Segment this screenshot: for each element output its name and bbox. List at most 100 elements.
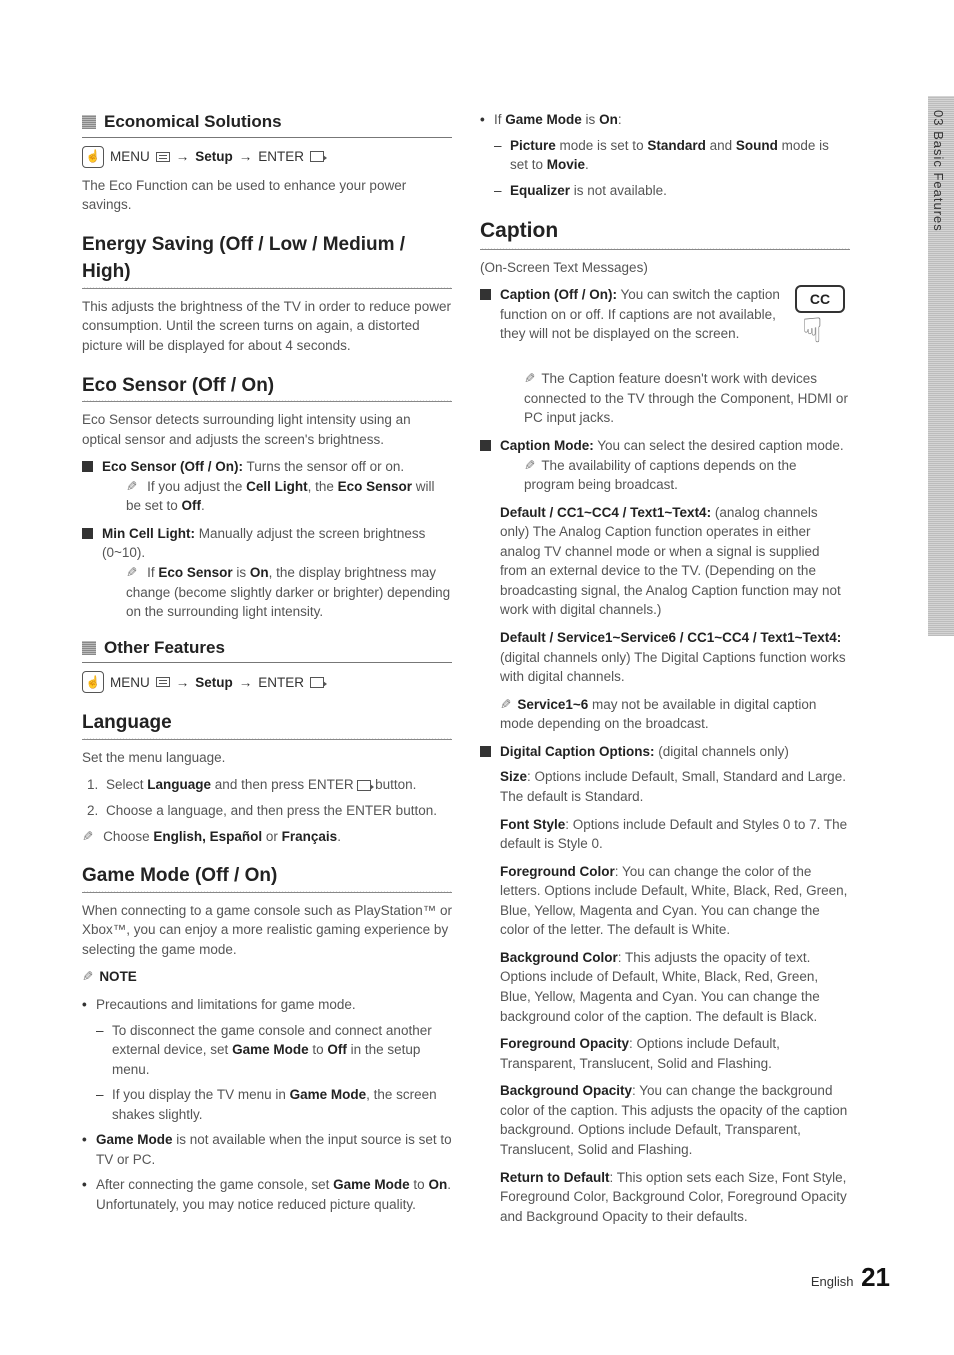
menu-icon (156, 677, 170, 687)
enter-icon (357, 780, 371, 791)
t: and then press ENTER (211, 777, 357, 792)
page-footer: English 21 (811, 1259, 890, 1297)
t: to (309, 1042, 328, 1057)
t: Default / CC1~CC4 / Text1~Text4: (500, 505, 711, 520)
eco-sensor-heading: Eco Sensor (Off / On) (82, 372, 452, 403)
para: Foreground Opacity: Options include Defa… (500, 1034, 850, 1073)
energy-saving-heading: Energy Saving (Off / Low / Medium / High… (82, 231, 452, 289)
left-column: Economical Solutions ☝ MENU → Setup → EN… (82, 110, 452, 1234)
page-content: Economical Solutions ☝ MENU → Setup → EN… (0, 0, 954, 1274)
menu-label: MENU (110, 147, 150, 167)
caption-heading: Caption (480, 216, 850, 249)
arrow-icon: → (176, 147, 190, 167)
t: Eco Sensor (158, 565, 232, 580)
item-lead: Eco Sensor (Off / On): (102, 459, 243, 474)
lang-intro: Set the menu language. (82, 748, 452, 768)
t: Size (500, 769, 527, 784)
t: Picture (510, 138, 556, 153)
enter-label: ENTER (258, 147, 304, 167)
caption-sub: (On-Screen Text Messages) (480, 258, 850, 278)
list-item: Precautions and limitations for game mod… (82, 995, 452, 1124)
t: . (337, 829, 341, 844)
note: Service1~6 may not be available in digit… (500, 695, 850, 734)
note-label: NOTE (82, 967, 452, 987)
t: Français (282, 829, 338, 844)
t: : (618, 112, 622, 127)
note: The Caption feature doesn't work with de… (500, 369, 850, 428)
energy-body: This adjusts the brightness of the TV in… (82, 297, 452, 356)
list-item: Eco Sensor (Off / On): Turns the sensor … (82, 457, 452, 516)
item-lead: Min Cell Light: (102, 526, 195, 541)
t: If (147, 565, 158, 580)
t: or (262, 829, 282, 844)
eco-intro: The Eco Function can be used to enhance … (82, 176, 452, 215)
list-item: If you display the TV menu in Game Mode,… (96, 1085, 452, 1124)
enter-icon (310, 677, 324, 688)
t: (analog channels only) The Analog Captio… (500, 505, 841, 618)
t: Equalizer (510, 183, 570, 198)
t: , the (308, 479, 338, 494)
game-on-list: If Game Mode is On: Picture mode is set … (480, 110, 850, 200)
t: Movie (547, 157, 585, 172)
t: Return to Default (500, 1170, 610, 1185)
t: NOTE (99, 969, 137, 984)
sublist: Picture mode is set to Standard and Soun… (494, 136, 850, 201)
pointing-hand-icon: ☟ (802, 307, 823, 356)
arrow-icon: → (176, 673, 190, 693)
t: If you display the TV menu in (112, 1087, 290, 1102)
section-title: Other Features (104, 636, 225, 661)
t: Foreground Opacity (500, 1036, 629, 1051)
section-marker-icon (82, 641, 96, 655)
t: Off (327, 1042, 347, 1057)
t: Background Color (500, 950, 618, 965)
hand-icon: ☝ (82, 146, 104, 168)
t: to (410, 1177, 429, 1192)
para: Default / Service1~Service6 / CC1~CC4 / … (500, 628, 850, 687)
t: English, Español (153, 829, 262, 844)
section-economical: Economical Solutions (82, 110, 452, 138)
t: and (706, 138, 736, 153)
t: . (585, 157, 589, 172)
note: If you adjust the Cell Light, the Eco Se… (102, 477, 452, 516)
t: Background Opacity (500, 1083, 632, 1098)
item-rest: Turns the sensor off or on. (243, 459, 404, 474)
t: is (582, 112, 599, 127)
para: Return to Default: This option sets each… (500, 1168, 850, 1227)
section-title: Economical Solutions (104, 110, 282, 135)
list-item: After connecting the game console, set G… (82, 1175, 452, 1214)
note: If Eco Sensor is On, the display brightn… (102, 563, 452, 622)
list-item: Select Language and then press ENTER but… (102, 775, 452, 795)
t: If (494, 112, 505, 127)
t: Game Mode (333, 1177, 410, 1192)
para: Font Style: Options include Default and … (500, 815, 850, 854)
setup-label: Setup (195, 673, 233, 693)
eco-list: Eco Sensor (Off / On): Turns the sensor … (82, 457, 452, 622)
item-lead: Caption (Off / On): (500, 287, 617, 302)
list-item: Digital Caption Options: (digital channe… (480, 742, 850, 1226)
chapter-tab: 03 Basic Features (928, 96, 954, 636)
arrow-icon: → (239, 673, 253, 693)
t: mode is set to (556, 138, 648, 153)
t: After connecting the game console, set (96, 1177, 333, 1192)
footer-lang: English (811, 1274, 854, 1289)
arrow-icon: → (239, 147, 253, 167)
list-item: Game Mode is not available when the inpu… (82, 1130, 452, 1169)
para: Foreground Color: You can change the col… (500, 862, 850, 940)
t: Eco Sensor (338, 479, 412, 494)
list-item: Caption Mode: You can select the desired… (480, 436, 850, 734)
page-number: 21 (861, 1262, 890, 1292)
enter-icon (310, 151, 324, 162)
para: Default / CC1~CC4 / Text1~Text4: (analog… (500, 503, 850, 620)
t: On (250, 565, 269, 580)
list-item: If Game Mode is On: Picture mode is set … (480, 110, 850, 200)
t: : Options include Default, Small, Standa… (500, 769, 846, 804)
t: is not available. (570, 183, 667, 198)
item-lead: Digital Caption Options: (500, 744, 655, 759)
t: Sound (736, 138, 778, 153)
t: Service1~6 (517, 697, 588, 712)
enter-label: ENTER (258, 673, 304, 693)
t: Choose (103, 829, 153, 844)
t: On (428, 1177, 447, 1192)
t: is (233, 565, 250, 580)
para: Background Color: This adjusts the opaci… (500, 948, 850, 1026)
